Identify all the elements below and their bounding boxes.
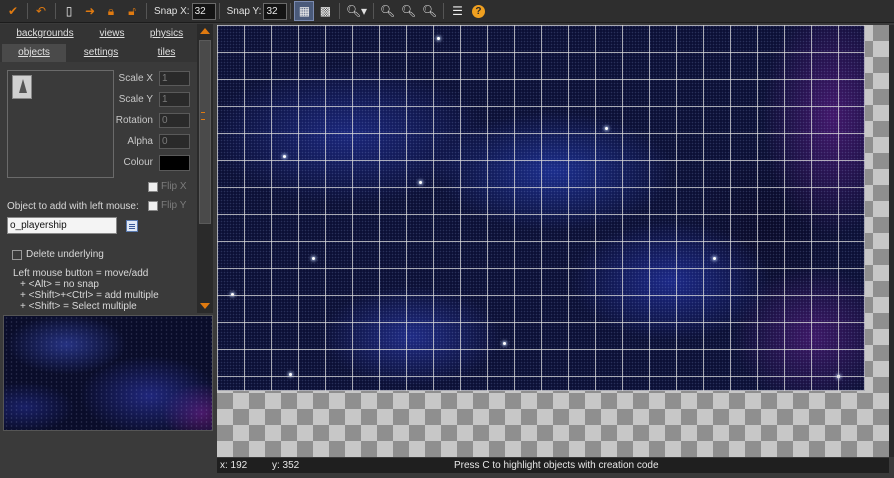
snap-y-input[interactable]: [263, 2, 288, 20]
snap-grid: [217, 25, 865, 391]
snap-x-input[interactable]: [191, 2, 216, 20]
scale-x-input[interactable]: 1: [159, 71, 190, 86]
rotation-input[interactable]: 0: [159, 113, 190, 128]
status-message: Press C to highlight objects with creati…: [454, 460, 659, 471]
scroll-thumb[interactable]: [199, 40, 211, 224]
toolbar-separator: [290, 3, 292, 19]
colour-label: Colour: [123, 157, 153, 168]
alpha-label: Alpha: [127, 136, 153, 147]
object-sprite-preview: [7, 70, 114, 178]
toolbar-separator: [443, 3, 445, 19]
snap-x-label: Snap X:: [154, 5, 190, 17]
flip-y-label: Flip Y: [161, 200, 187, 211]
zoom-reset-icon[interactable]: 🔍︎: [419, 1, 439, 21]
cursor-x: x: 192: [220, 460, 248, 471]
ship-sprite-icon: [12, 75, 32, 99]
flip-x-checkbox[interactable]: [148, 182, 158, 192]
tab-backgrounds[interactable]: backgrounds: [2, 25, 88, 43]
scroll-down-icon[interactable]: [200, 303, 210, 309]
help-line: Left mouse button = move/add: [13, 268, 149, 279]
room-minimap[interactable]: [3, 315, 213, 431]
cursor-y: y: 352: [272, 460, 300, 471]
object-to-add-field[interactable]: o_playership: [7, 217, 117, 234]
left-panel-scrollbar[interactable]: [197, 24, 213, 313]
delete-underlying-checkbox[interactable]: [12, 250, 22, 260]
zoom-out-icon[interactable]: 🔍︎: [398, 1, 418, 21]
tab-tiles[interactable]: tiles: [136, 44, 197, 62]
new-icon[interactable]: ▯: [59, 1, 79, 21]
tab-settings[interactable]: settings: [66, 44, 136, 62]
checkmark-icon[interactable]: ✔: [3, 1, 23, 21]
toolbar: ✔ ↶ ▯ ➜ 🔒︎ 🔓︎ Snap X: Snap Y: ▦ ▩ 🔍︎▾ 🔍︎…: [0, 0, 894, 23]
colour-swatch[interactable]: [159, 155, 190, 171]
object-to-add-label: Object to add with left mouse:: [7, 201, 139, 212]
help-icon[interactable]: ?: [468, 1, 488, 21]
magnifier-icon[interactable]: 🔍︎▾: [343, 1, 369, 21]
toolbar-separator: [27, 3, 28, 19]
left-panel: backgrounds views physics objects settin…: [0, 24, 213, 478]
toolbar-separator: [55, 3, 56, 19]
snap-y-label: Snap Y:: [226, 5, 262, 17]
room-canvas-area[interactable]: [217, 25, 889, 457]
status-bar: x: 192 y: 352 Press C to highlight objec…: [217, 458, 889, 473]
flip-x-label: Flip X: [161, 181, 187, 192]
scale-y-input[interactable]: 1: [159, 92, 190, 107]
scroll-grip-icon: [201, 112, 205, 120]
help-line: + <Alt> = no snap: [20, 279, 99, 290]
arrow-right-icon[interactable]: ➜: [80, 1, 100, 21]
toolbar-separator: [373, 3, 375, 19]
flip-y-checkbox[interactable]: [148, 201, 158, 211]
alpha-input[interactable]: 0: [159, 134, 190, 149]
delete-underlying-label: Delete underlying: [26, 249, 104, 260]
scroll-up-icon[interactable]: [200, 28, 210, 34]
scale-y-label: Scale Y: [118, 94, 153, 105]
toolbar-separator: [339, 3, 341, 19]
lock-icon[interactable]: 🔒︎: [101, 1, 121, 21]
toolbar-separator: [218, 3, 220, 19]
object-menu-icon[interactable]: [126, 220, 138, 232]
tab-physics[interactable]: physics: [136, 25, 197, 43]
toolbar-separator: [146, 3, 147, 19]
undo-icon[interactable]: ↶: [31, 1, 51, 21]
list-icon[interactable]: ☰: [447, 1, 467, 21]
scale-x-label: Scale X: [118, 73, 153, 84]
help-line: + <Shift>+<Ctrl> = add multiple: [20, 290, 159, 301]
grid-icon[interactable]: ▦: [294, 1, 315, 21]
isometric-grid-icon[interactable]: ▩: [315, 1, 335, 21]
tab-objects[interactable]: objects: [2, 44, 66, 62]
rotation-label: Rotation: [115, 115, 153, 126]
help-line: + <Shift> = Select multiple: [20, 301, 137, 312]
room-vertical-scrollbar[interactable]: [889, 25, 894, 457]
unlock-icon[interactable]: 🔓︎: [122, 1, 142, 21]
tab-strip: backgrounds views physics objects settin…: [0, 24, 197, 62]
tab-views[interactable]: views: [88, 25, 136, 43]
zoom-in-icon[interactable]: 🔍︎: [377, 1, 397, 21]
